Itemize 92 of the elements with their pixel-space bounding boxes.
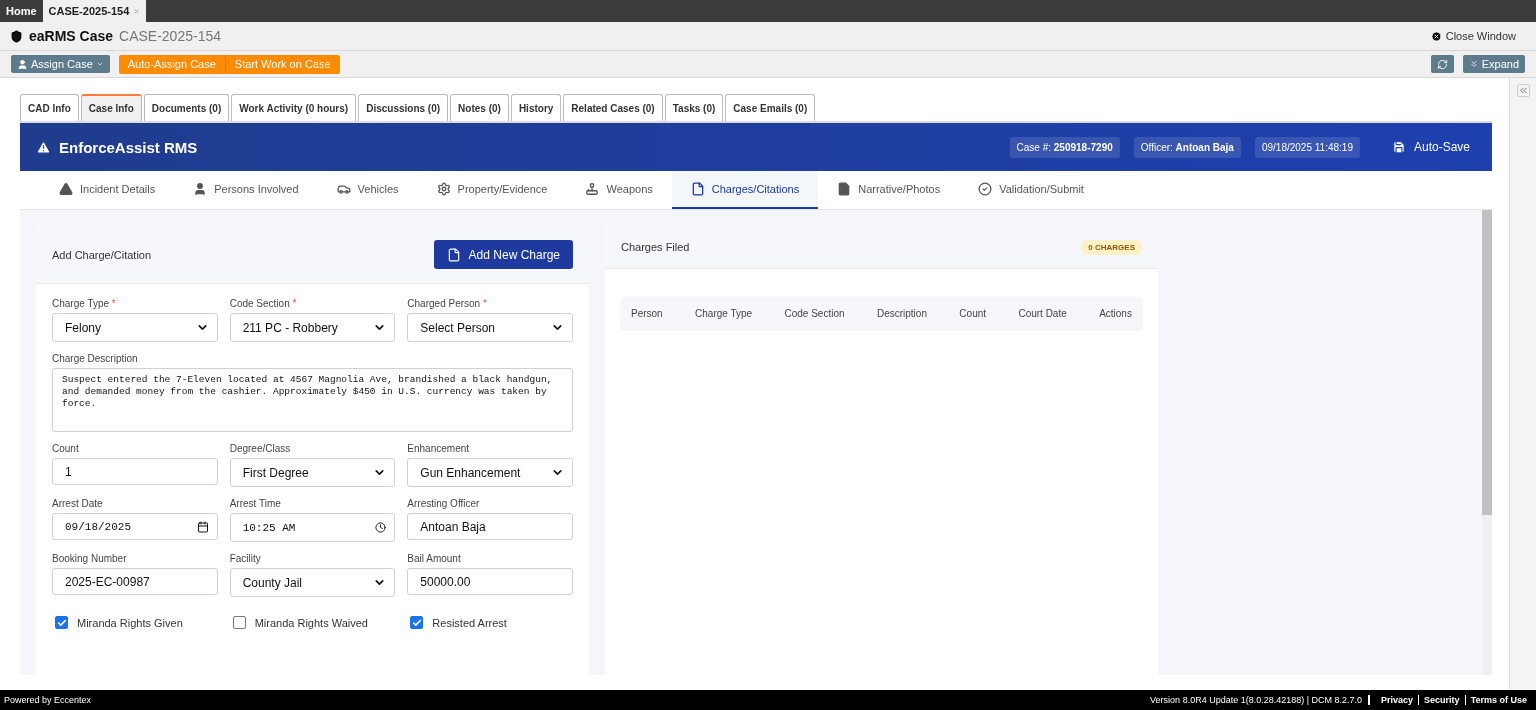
dropdown[interactable]: First Degree	[229, 458, 396, 487]
dropdown[interactable]: 211 PC - Robbery	[229, 313, 396, 342]
close-icon	[1430, 30, 1442, 42]
window-tab[interactable]: CASE-2025-154	[42, 0, 147, 22]
field-label: Bail Amount	[407, 553, 462, 564]
shield-icon	[10, 29, 23, 43]
footer-link[interactable]: Terms of Use	[1464, 695, 1532, 705]
card-title: Add Charge/Citation	[52, 248, 152, 261]
footer-link[interactable]: Privacy	[1376, 695, 1419, 705]
column-header: Actions	[1099, 307, 1132, 319]
collapse-icon[interactable]	[1516, 84, 1530, 97]
field-label: Charge Type *	[52, 298, 117, 309]
document-icon	[446, 247, 461, 262]
expand-button[interactable]: Expand	[1462, 55, 1525, 73]
calendar-icon	[196, 520, 209, 533]
case-tab[interactable]: Case Emails (0)	[725, 94, 816, 121]
column-header: Count	[959, 307, 987, 319]
dropdown[interactable]: Felony	[52, 313, 218, 342]
column-header: Court Date	[1018, 307, 1067, 319]
case-tab[interactable]: Notes (0)	[450, 94, 509, 121]
checkbox-label: Resisted Arrest	[432, 616, 507, 629]
warning-icon	[59, 182, 73, 196]
card-title: Charges Filed	[621, 241, 690, 253]
page-title: eaRMS Case	[29, 28, 114, 44]
case-tab[interactable]: Related Cases (0)	[563, 94, 663, 121]
case-tab[interactable]: Tasks (0)	[664, 94, 724, 121]
checkbox[interactable]	[55, 616, 68, 629]
field-label: Facility	[229, 553, 262, 564]
field-label: Booking Number	[52, 553, 128, 564]
column-header: Description	[876, 307, 927, 319]
date-field[interactable]: 09/18/2025	[52, 513, 218, 540]
clock-icon	[375, 522, 387, 533]
scrollbar[interactable]	[1482, 210, 1492, 675]
input-field[interactable]: 2025-EC-00987	[52, 568, 218, 595]
footer-link[interactable]: Security	[1418, 695, 1465, 705]
person-icon	[193, 182, 208, 196]
column-header: Code Section	[784, 307, 845, 319]
app-name: EnforceAssist RMS	[59, 138, 198, 156]
section-tab[interactable]: Charges/Citations	[671, 171, 819, 209]
checkbox[interactable]	[232, 616, 246, 629]
warning-icon	[36, 139, 51, 155]
case-tab[interactable]: History	[510, 94, 562, 121]
input-field[interactable]: 50000.00	[407, 568, 573, 595]
field-label: Enhancement	[407, 443, 471, 454]
close-window-link[interactable]: Close Window	[1430, 30, 1516, 42]
case-tab[interactable]: Work Activity (0 hours)	[231, 94, 357, 121]
officer-chip: Officer: Antoan Baja	[1133, 136, 1241, 158]
case-tab[interactable]: Documents (0)	[143, 94, 230, 121]
field-label: Arrest Time	[229, 498, 282, 509]
car-icon	[336, 182, 351, 196]
field-label: Arrest Date	[52, 498, 104, 509]
field-label: Count	[52, 443, 80, 454]
column-header: Charge Type	[695, 307, 753, 319]
joystick-icon	[585, 182, 600, 196]
dropdown[interactable]: County Jail	[229, 568, 396, 597]
version-text: Version 8.0R4 Update 1(8.0.28.42188) | DCM 8.2.7.0	[1150, 695, 1371, 705]
field-label: Degree/Class	[229, 443, 292, 454]
checkbox-label: Miranda Rights Given	[77, 616, 183, 629]
charge-count-badge: 0 CHARGES	[1081, 239, 1142, 255]
person-icon	[17, 58, 28, 70]
check-circle-icon	[978, 182, 993, 196]
add-charge-button[interactable]: Add New Charge	[433, 240, 573, 269]
case-tab[interactable]: Discussions (0)	[358, 94, 449, 121]
checkbox[interactable]	[410, 616, 424, 629]
field-label: Arresting Officer	[407, 498, 481, 509]
dropdown[interactable]: Select Person	[407, 313, 573, 342]
case-tab[interactable]: CAD Info	[20, 94, 79, 121]
auto-save-button[interactable]: Auto-Save	[1385, 139, 1476, 155]
checkbox-label: Miranda Rights Waived	[254, 616, 368, 629]
refresh-button[interactable]	[1430, 55, 1454, 73]
document-icon	[837, 182, 852, 196]
input-field[interactable]: Antoan Baja	[407, 513, 573, 540]
description-field[interactable]: Suspect entered the 7-Eleven located at 4567 Magnolia Ave, brandished a black handgun, and demanded money from the cashier. Approximately $450 in U.S. currency was taken by force.	[52, 368, 573, 432]
save-icon	[1391, 140, 1406, 154]
field-label: Charged Person *	[407, 298, 488, 309]
case-id: CASE-2025-154	[119, 28, 221, 44]
field-label: Code Section *	[229, 298, 298, 309]
refresh-icon	[1436, 58, 1448, 70]
gear-icon	[436, 182, 451, 196]
column-header: Person	[631, 307, 663, 319]
time-field[interactable]: 10:25 AM	[229, 513, 396, 542]
input-field[interactable]: 1	[52, 458, 218, 485]
assign-case-button[interactable]: Assign Case	[11, 55, 110, 73]
field-label: Charge Description	[52, 353, 139, 364]
case-number-chip: Case #: 250918-7290	[1009, 136, 1120, 158]
datetime-chip: 09/18/2025 11:48:19	[1254, 136, 1360, 158]
document-icon	[690, 182, 705, 196]
case-tab[interactable]: Case Info	[80, 94, 142, 121]
powered-by-text: Powered by Eccentex	[4, 695, 92, 705]
dropdown[interactable]: Gun Enhancement	[407, 458, 573, 487]
caret-icon	[95, 60, 104, 68]
chevrons-down-icon	[1468, 59, 1479, 69]
